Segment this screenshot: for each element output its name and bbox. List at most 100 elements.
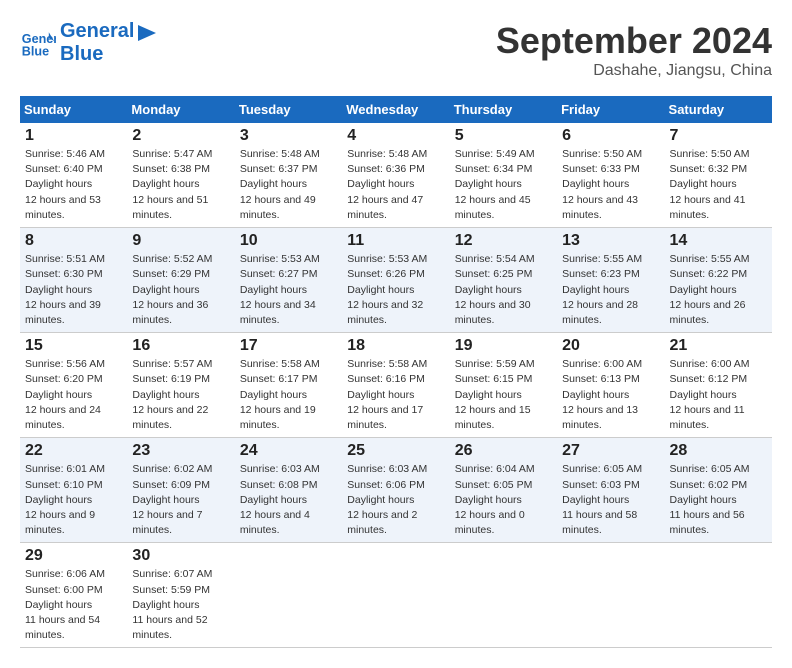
day-info: Sunrise: 5:50 AMSunset: 6:32 PMDaylight … <box>670 147 767 223</box>
weekday-header: Saturday <box>665 96 772 123</box>
day-info: Sunrise: 5:53 AMSunset: 6:27 PMDaylight … <box>240 252 337 328</box>
calendar-cell: 7 Sunrise: 5:50 AMSunset: 6:32 PMDayligh… <box>665 123 772 228</box>
day-info: Sunrise: 5:55 AMSunset: 6:22 PMDaylight … <box>670 252 767 328</box>
day-number: 6 <box>562 127 659 145</box>
day-info: Sunrise: 6:05 AMSunset: 6:02 PMDaylight … <box>670 462 767 538</box>
calendar-cell: 24 Sunrise: 6:03 AMSunset: 6:08 PMDaylig… <box>235 438 342 543</box>
day-info: Sunrise: 5:58 AMSunset: 6:16 PMDaylight … <box>347 357 444 433</box>
day-number: 19 <box>455 337 552 355</box>
day-number: 15 <box>25 337 122 355</box>
day-info: Sunrise: 6:00 AMSunset: 6:12 PMDaylight … <box>670 357 767 433</box>
day-number: 10 <box>240 232 337 250</box>
day-number: 29 <box>25 547 122 565</box>
day-info: Sunrise: 5:46 AMSunset: 6:40 PMDaylight … <box>25 147 122 223</box>
day-number: 27 <box>562 442 659 460</box>
calendar-cell: 13 Sunrise: 5:55 AMSunset: 6:23 PMDaylig… <box>557 228 664 333</box>
day-number: 16 <box>132 337 229 355</box>
day-info: Sunrise: 5:58 AMSunset: 6:17 PMDaylight … <box>240 357 337 433</box>
logo-icon: General Blue <box>20 25 56 61</box>
day-info: Sunrise: 5:59 AMSunset: 6:15 PMDaylight … <box>455 357 552 433</box>
day-info: Sunrise: 6:07 AMSunset: 5:59 PMDaylight … <box>132 567 229 643</box>
calendar-week-row: 1 Sunrise: 5:46 AMSunset: 6:40 PMDayligh… <box>20 123 772 228</box>
svg-text:Blue: Blue <box>22 45 49 59</box>
day-number: 2 <box>132 127 229 145</box>
weekday-header: Thursday <box>450 96 557 123</box>
calendar-cell: 8 Sunrise: 5:51 AMSunset: 6:30 PMDayligh… <box>20 228 127 333</box>
day-number: 3 <box>240 127 337 145</box>
weekday-header: Friday <box>557 96 664 123</box>
day-number: 24 <box>240 442 337 460</box>
calendar-cell: 6 Sunrise: 5:50 AMSunset: 6:33 PMDayligh… <box>557 123 664 228</box>
day-number: 12 <box>455 232 552 250</box>
calendar-cell: 17 Sunrise: 5:58 AMSunset: 6:17 PMDaylig… <box>235 333 342 438</box>
calendar-table: SundayMondayTuesdayWednesdayThursdayFrid… <box>20 96 772 648</box>
calendar-cell: 14 Sunrise: 5:55 AMSunset: 6:22 PMDaylig… <box>665 228 772 333</box>
day-number: 21 <box>670 337 767 355</box>
calendar-cell: 19 Sunrise: 5:59 AMSunset: 6:15 PMDaylig… <box>450 333 557 438</box>
day-info: Sunrise: 5:51 AMSunset: 6:30 PMDaylight … <box>25 252 122 328</box>
day-info: Sunrise: 6:00 AMSunset: 6:13 PMDaylight … <box>562 357 659 433</box>
day-info: Sunrise: 6:03 AMSunset: 6:08 PMDaylight … <box>240 462 337 538</box>
day-info: Sunrise: 6:01 AMSunset: 6:10 PMDaylight … <box>25 462 122 538</box>
calendar-cell <box>450 543 557 648</box>
day-info: Sunrise: 5:48 AMSunset: 6:37 PMDaylight … <box>240 147 337 223</box>
calendar-week-row: 29 Sunrise: 6:06 AMSunset: 6:00 PMDaylig… <box>20 543 772 648</box>
day-info: Sunrise: 5:52 AMSunset: 6:29 PMDaylight … <box>132 252 229 328</box>
calendar-week-row: 22 Sunrise: 6:01 AMSunset: 6:10 PMDaylig… <box>20 438 772 543</box>
calendar-cell: 27 Sunrise: 6:05 AMSunset: 6:03 PMDaylig… <box>557 438 664 543</box>
day-info: Sunrise: 5:49 AMSunset: 6:34 PMDaylight … <box>455 147 552 223</box>
day-number: 22 <box>25 442 122 460</box>
calendar-cell: 11 Sunrise: 5:53 AMSunset: 6:26 PMDaylig… <box>342 228 449 333</box>
day-number: 17 <box>240 337 337 355</box>
calendar-cell <box>665 543 772 648</box>
calendar-cell: 16 Sunrise: 5:57 AMSunset: 6:19 PMDaylig… <box>127 333 234 438</box>
logo-subtext: Blue <box>60 43 134 66</box>
calendar-cell: 3 Sunrise: 5:48 AMSunset: 6:37 PMDayligh… <box>235 123 342 228</box>
calendar-cell: 1 Sunrise: 5:46 AMSunset: 6:40 PMDayligh… <box>20 123 127 228</box>
calendar-cell: 2 Sunrise: 5:47 AMSunset: 6:38 PMDayligh… <box>127 123 234 228</box>
calendar-week-row: 15 Sunrise: 5:56 AMSunset: 6:20 PMDaylig… <box>20 333 772 438</box>
day-number: 26 <box>455 442 552 460</box>
day-number: 25 <box>347 442 444 460</box>
weekday-header-row: SundayMondayTuesdayWednesdayThursdayFrid… <box>20 96 772 123</box>
calendar-cell: 5 Sunrise: 5:49 AMSunset: 6:34 PMDayligh… <box>450 123 557 228</box>
day-number: 4 <box>347 127 444 145</box>
day-number: 9 <box>132 232 229 250</box>
calendar-cell: 29 Sunrise: 6:06 AMSunset: 6:00 PMDaylig… <box>20 543 127 648</box>
calendar-cell: 20 Sunrise: 6:00 AMSunset: 6:13 PMDaylig… <box>557 333 664 438</box>
calendar-cell <box>342 543 449 648</box>
day-number: 18 <box>347 337 444 355</box>
calendar-cell: 23 Sunrise: 6:02 AMSunset: 6:09 PMDaylig… <box>127 438 234 543</box>
calendar-cell: 25 Sunrise: 6:03 AMSunset: 6:06 PMDaylig… <box>342 438 449 543</box>
title-block: September 2024 Dashahe, Jiangsu, China <box>496 20 772 80</box>
month-title: September 2024 <box>496 20 772 62</box>
day-number: 8 <box>25 232 122 250</box>
weekday-header: Sunday <box>20 96 127 123</box>
calendar-cell <box>235 543 342 648</box>
calendar-cell: 21 Sunrise: 6:00 AMSunset: 6:12 PMDaylig… <box>665 333 772 438</box>
flag-icon <box>136 25 158 53</box>
calendar-cell: 15 Sunrise: 5:56 AMSunset: 6:20 PMDaylig… <box>20 333 127 438</box>
day-number: 30 <box>132 547 229 565</box>
day-number: 5 <box>455 127 552 145</box>
day-number: 14 <box>670 232 767 250</box>
weekday-header: Tuesday <box>235 96 342 123</box>
day-info: Sunrise: 5:48 AMSunset: 6:36 PMDaylight … <box>347 147 444 223</box>
day-number: 28 <box>670 442 767 460</box>
day-info: Sunrise: 5:55 AMSunset: 6:23 PMDaylight … <box>562 252 659 328</box>
day-info: Sunrise: 6:03 AMSunset: 6:06 PMDaylight … <box>347 462 444 538</box>
day-number: 20 <box>562 337 659 355</box>
calendar-cell: 26 Sunrise: 6:04 AMSunset: 6:05 PMDaylig… <box>450 438 557 543</box>
day-number: 23 <box>132 442 229 460</box>
day-info: Sunrise: 5:50 AMSunset: 6:33 PMDaylight … <box>562 147 659 223</box>
day-info: Sunrise: 6:05 AMSunset: 6:03 PMDaylight … <box>562 462 659 538</box>
weekday-header: Wednesday <box>342 96 449 123</box>
day-info: Sunrise: 5:56 AMSunset: 6:20 PMDaylight … <box>25 357 122 433</box>
day-info: Sunrise: 6:02 AMSunset: 6:09 PMDaylight … <box>132 462 229 538</box>
calendar-cell: 12 Sunrise: 5:54 AMSunset: 6:25 PMDaylig… <box>450 228 557 333</box>
day-number: 1 <box>25 127 122 145</box>
day-info: Sunrise: 6:06 AMSunset: 6:00 PMDaylight … <box>25 567 122 643</box>
calendar-cell: 30 Sunrise: 6:07 AMSunset: 5:59 PMDaylig… <box>127 543 234 648</box>
day-number: 11 <box>347 232 444 250</box>
weekday-header: Monday <box>127 96 234 123</box>
